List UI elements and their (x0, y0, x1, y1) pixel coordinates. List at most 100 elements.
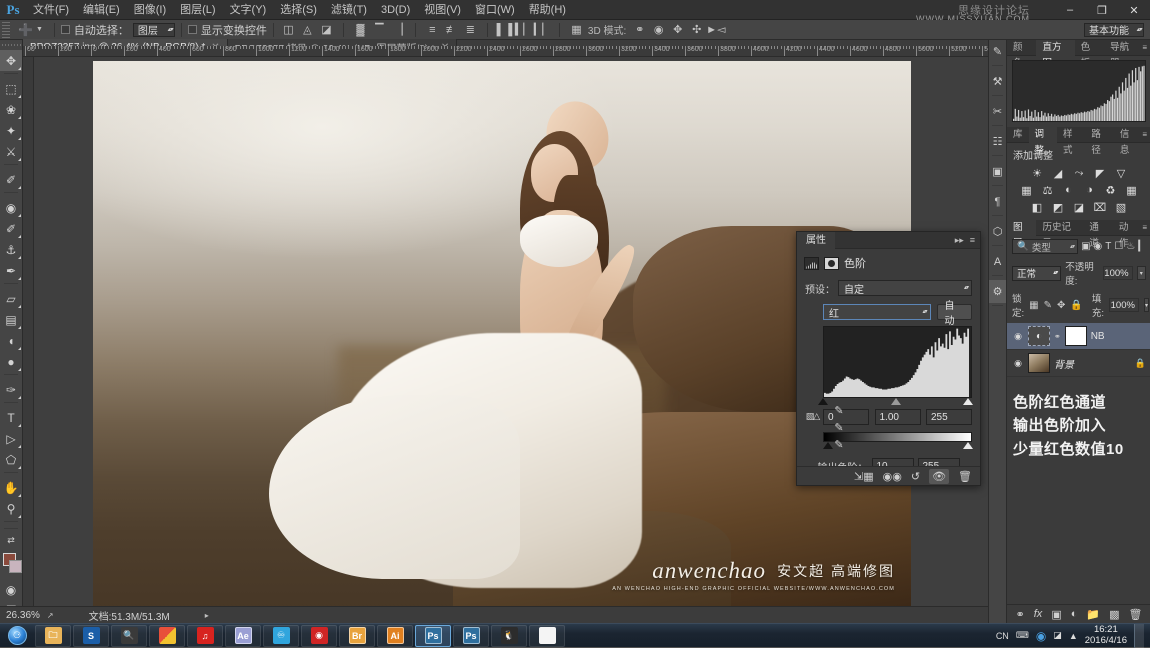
layer-style-icon[interactable]: fx (1034, 608, 1043, 620)
zoom-level[interactable]: 26.36% (6, 610, 40, 621)
show-transform-checkbox[interactable] (187, 25, 197, 34)
adjustments-strip-icon[interactable]: ☷ (989, 130, 1006, 153)
tab-色板[interactable]: 色板 (1075, 40, 1104, 69)
character-styles-icon[interactable]: ▣ (989, 160, 1006, 183)
close-button[interactable]: ✕ (1118, 0, 1150, 20)
security-icon[interactable]: ◉ (1036, 629, 1046, 643)
horizontal-type-tool[interactable]: T (0, 407, 22, 428)
channel-dropdown[interactable]: 红 (823, 304, 931, 320)
illustrator-icon[interactable]: Ai (377, 624, 413, 647)
layer-visibility-icon[interactable]: ◉ (1012, 331, 1024, 342)
photo-filter-icon[interactable]: ◑ (1082, 183, 1098, 197)
menu-item-10[interactable]: 帮助(H) (522, 0, 573, 20)
clone-source-icon[interactable]: ✂ (989, 100, 1006, 123)
threshold-icon[interactable]: ◪ (1071, 200, 1087, 214)
lock-all-icon[interactable]: 🔒 (1070, 300, 1082, 311)
input-gamma-slider[interactable] (891, 398, 901, 405)
keyboard-icon[interactable]: ⌨ (1016, 630, 1029, 641)
hue-saturation-icon[interactable]: ▦ (1019, 183, 1035, 197)
rotate-3d-object-icon[interactable]: ⚭ (631, 22, 648, 38)
gradient-map-icon[interactable]: ▧ (1113, 200, 1129, 214)
channel-mixer-icon[interactable]: ♻ (1103, 183, 1119, 197)
black-white-icon[interactable]: ◐ (1061, 183, 1077, 197)
distribute-bottom-icon[interactable]: ≣ (462, 22, 479, 38)
tool-preset-picker[interactable]: ➕ ▼ (13, 23, 48, 37)
document-image[interactable]: anwenchao 安文超 高端修图 AN WENCHAO HIGH-END G… (93, 61, 911, 606)
bridge-icon[interactable]: Br (339, 624, 375, 647)
new-adjustment-icon[interactable]: ◐ (1071, 608, 1078, 620)
brightness-contrast-icon[interactable]: ☀ (1029, 166, 1045, 180)
reset-icon[interactable]: ↺ (911, 470, 920, 483)
panel-menu-icon[interactable]: ≡ (970, 235, 975, 245)
tools-panel-grip[interactable] (0, 40, 22, 50)
menu-item-4[interactable]: 文字(Y) (223, 0, 274, 20)
opacity-stepper[interactable]: ▾ (1136, 266, 1146, 280)
auto-button[interactable]: 自动 (936, 301, 972, 327)
status-menu-arrow-icon[interactable]: ▸ (205, 611, 209, 620)
clock[interactable]: 16:21 2016/4/16 (1085, 624, 1127, 647)
set-gray-point-icon[interactable]: ✎ (831, 419, 847, 436)
path-selection-tool[interactable]: ▷ (0, 428, 22, 449)
fill-value[interactable]: 100% (1108, 298, 1139, 312)
auto-select-scope-dropdown[interactable]: 图层 (132, 22, 175, 37)
fit-screen-icon[interactable]: ↗ (47, 611, 54, 620)
tab-动作[interactable]: 动作 (1113, 220, 1142, 249)
gradient-tool[interactable]: ▤ (0, 309, 22, 330)
menu-item-1[interactable]: 编辑(E) (76, 0, 127, 20)
show-desktop-button[interactable] (1134, 623, 1144, 648)
rectangular-marquee-tool[interactable]: ⬚ (0, 78, 22, 99)
input-white-slider[interactable] (963, 398, 973, 405)
output-white-slider[interactable] (963, 442, 973, 449)
layer-filter-dropdown[interactable]: 🔍 类型 (1012, 239, 1079, 254)
filter-toggle-icon[interactable]: ▎ (1138, 241, 1146, 252)
clone-stamp-tool[interactable]: ⚓ (0, 239, 22, 260)
exposure-icon[interactable]: ◤ (1092, 166, 1108, 180)
tab-信息[interactable]: 信息 (1114, 127, 1142, 156)
timeline-icon[interactable]: ⚙ (989, 280, 1006, 303)
filter-adjustment-icon[interactable]: ◉ (1094, 241, 1103, 252)
custom-shape-tool[interactable]: ⬠ (0, 449, 22, 470)
filter-pixel-icon[interactable]: ▣ (1081, 241, 1090, 252)
toggle-visibility-icon[interactable]: 👁 (929, 468, 950, 484)
start-button[interactable]: ⚆ (0, 624, 34, 648)
scale-3d-object-icon[interactable]: ►◅ (706, 22, 725, 38)
panel-menu-icon[interactable]: ≡ (1142, 43, 1150, 52)
brush-tool[interactable]: ✐ (0, 218, 22, 239)
spot-healing-brush-tool[interactable]: ◉ (0, 197, 22, 218)
zoom-tool[interactable]: ⚲ (0, 498, 22, 519)
3d-icon[interactable]: ⬡ (989, 220, 1006, 243)
levels-histogram[interactable] (823, 326, 972, 398)
delete-adjustment-icon[interactable]: 🗑 (958, 470, 972, 483)
panel-menu-icon[interactable]: ≡ (1142, 130, 1150, 139)
tab-历史记录[interactable]: 历史记录 (1036, 220, 1083, 249)
document-window-icon[interactable] (529, 624, 565, 647)
background-color-swatch[interactable] (9, 560, 22, 573)
link-icon[interactable]: ⚭ (1054, 332, 1061, 341)
fill-stepper[interactable]: ▾ (1143, 298, 1149, 312)
layer-row-1[interactable]: ◉ 背景 🔒 (1007, 350, 1150, 377)
distribute-horizontal-centers-icon[interactable]: ▍▏ (515, 22, 532, 38)
tab-调整[interactable]: 调整 (1028, 126, 1057, 156)
menu-item-6[interactable]: 滤镜(T) (324, 0, 374, 20)
menu-item-5[interactable]: 选择(S) (273, 0, 324, 20)
posterize-icon[interactable]: ◩ (1050, 200, 1066, 214)
quick-mask-icon[interactable]: ◉ (0, 579, 22, 600)
align-right-edges-icon[interactable]: ◪ (318, 22, 335, 38)
drag-3d-object-icon[interactable]: ✥ (669, 22, 686, 38)
tab-颜色[interactable]: 颜色 (1007, 40, 1036, 69)
blue-cloud-app-icon[interactable]: ♾ (263, 624, 299, 647)
layer-mask-thumbnail-icon[interactable] (824, 256, 839, 270)
view-previous-state-icon[interactable]: ◉◉ (883, 470, 902, 483)
ime-indicator[interactable]: CN (996, 631, 1009, 641)
tab-样式[interactable]: 样式 (1057, 127, 1085, 156)
tab-图层[interactable]: 图层 (1007, 219, 1037, 249)
new-layer-icon[interactable]: ▩ (1109, 608, 1119, 621)
link-layers-icon[interactable]: ⚭ (1016, 608, 1025, 621)
menu-item-8[interactable]: 视图(V) (417, 0, 468, 20)
panel-menu-icon[interactable]: ≡ (1142, 223, 1150, 232)
clip-to-layer-icon[interactable]: ⇲▦ (854, 470, 874, 483)
lock-position-icon[interactable]: ✥ (1057, 300, 1065, 311)
add-mask-icon[interactable]: ▣ (1051, 608, 1061, 621)
color-palette-app-icon[interactable] (149, 624, 185, 647)
swap-colors-icon[interactable]: ⇄ (0, 533, 22, 547)
